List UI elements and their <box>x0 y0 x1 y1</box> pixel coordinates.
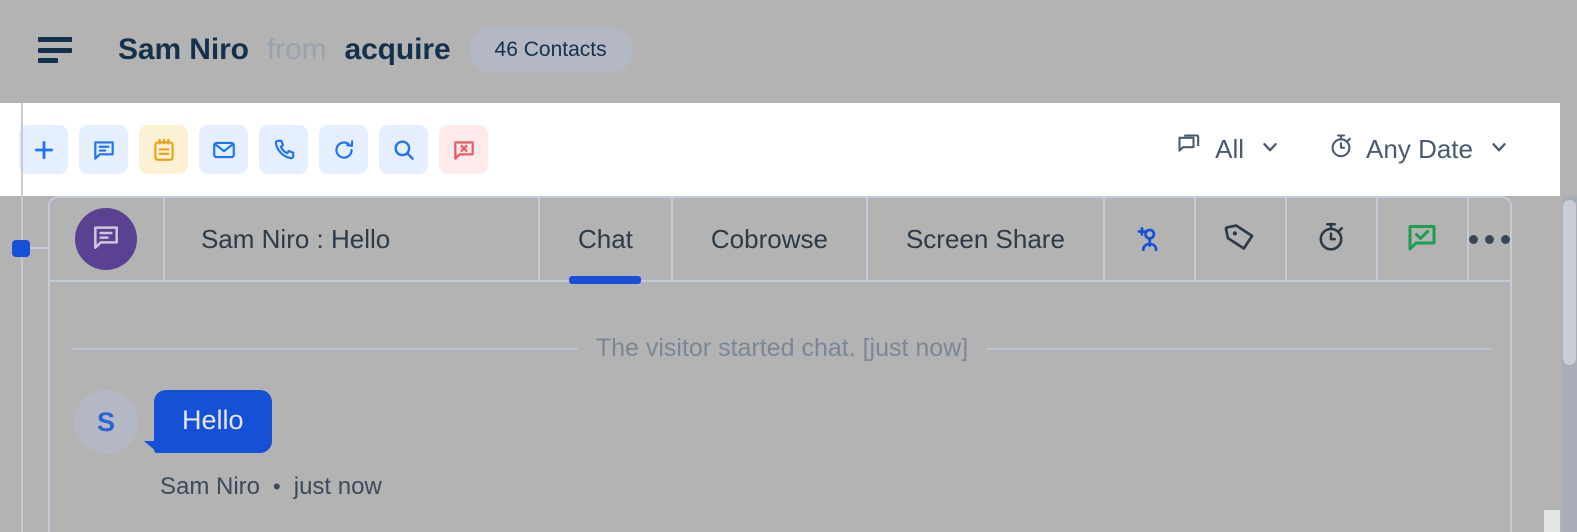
contacts-count-badge: 46 Contacts <box>468 27 633 73</box>
chat-copy-icon <box>1176 132 1204 167</box>
tag-action[interactable] <box>1196 198 1287 280</box>
tree-node-marker[interactable] <box>12 240 30 257</box>
page-title: Sam Niro from acquire <box>118 33 451 67</box>
notes-button[interactable] <box>139 125 188 174</box>
conversation-tabbar: Sam Niro : Hello Chat Cobrowse Screen Sh… <box>50 198 1510 284</box>
phone-icon <box>271 137 297 163</box>
system-message-text: The visitor started chat. [just now] <box>595 334 969 362</box>
chat-message-time: just now <box>293 473 382 500</box>
chat-bubble-wrapper: Hello Sam Niro • just now <box>144 390 382 501</box>
action-toolbar: All Any Date <box>0 103 1560 196</box>
add-button[interactable] <box>19 125 68 174</box>
avatar: S <box>74 390 138 454</box>
vertical-scrollbar-thumb[interactable] <box>1563 200 1576 365</box>
date-filter[interactable]: Any Date <box>1327 132 1510 167</box>
conversation-avatar-cell <box>50 198 165 280</box>
search-icon <box>391 137 417 163</box>
refresh-button[interactable] <box>319 125 368 174</box>
chat-button[interactable] <box>79 125 128 174</box>
divider-right <box>986 347 1493 350</box>
more-action[interactable] <box>1468 198 1510 280</box>
chat-console-window: Sam Niro from acquire 46 Contacts All An… <box>0 0 1577 532</box>
chevron-down-icon <box>1259 134 1281 165</box>
tag-icon <box>1223 220 1257 259</box>
tab-cobrowse[interactable]: Cobrowse <box>673 198 868 280</box>
timer-action[interactable] <box>1287 198 1378 280</box>
hamburger-icon[interactable] <box>38 37 72 63</box>
chat-check-icon <box>1404 219 1440 260</box>
chat-message-list: The visitor started chat. [just now] S H… <box>50 282 1510 532</box>
tab-screen-share[interactable]: Screen Share <box>868 198 1105 280</box>
more-horizontal-icon <box>1468 234 1510 244</box>
chat-message-meta: Sam Niro • just now <box>160 473 382 501</box>
toolbar-actions-group <box>19 125 488 174</box>
tab-chat-label: Chat <box>577 223 633 254</box>
search-button[interactable] <box>379 125 428 174</box>
stopwatch-icon <box>1314 220 1348 259</box>
close-chat-button[interactable] <box>439 125 488 174</box>
date-filter-label: Any Date <box>1366 134 1473 164</box>
conversation-panel: Sam Niro : Hello Chat Cobrowse Screen Sh… <box>48 196 1512 532</box>
meta-separator: • <box>273 474 281 499</box>
tab-chat[interactable]: Chat <box>540 198 673 284</box>
stopwatch-icon <box>1327 132 1355 167</box>
chevron-down-icon <box>1488 134 1510 165</box>
plus-icon <box>31 137 57 163</box>
page-title-from: from <box>266 33 327 66</box>
envelope-icon <box>211 137 237 163</box>
page-title-name: Sam Niro <box>118 33 249 66</box>
chat-close-icon <box>451 137 477 163</box>
page-header: Sam Niro from acquire 46 Contacts <box>0 0 1577 100</box>
toolbar-right-edge <box>1560 103 1577 196</box>
add-contact-action[interactable] <box>1105 198 1196 280</box>
conversation-subject[interactable]: Sam Niro : Hello <box>165 198 540 280</box>
chat-bubble: Hello <box>144 390 272 453</box>
system-message-row: The visitor started chat. [just now] <box>72 334 1493 363</box>
channel-filter-label: All <box>1215 134 1245 164</box>
email-button[interactable] <box>199 125 248 174</box>
chat-bubble-icon <box>91 137 117 163</box>
channel-filter[interactable]: All <box>1176 132 1281 167</box>
resolve-action[interactable] <box>1378 198 1469 280</box>
notepad-icon <box>151 137 177 163</box>
chat-message-sender: Sam Niro <box>160 473 261 500</box>
refresh-icon <box>331 137 357 163</box>
avatar <box>75 208 138 270</box>
tree-rail-vertical <box>21 103 23 532</box>
page-title-org: acquire <box>344 33 451 66</box>
call-button[interactable] <box>259 125 308 174</box>
toolbar-corner-notch <box>1544 510 1560 532</box>
tab-screen-share-label: Screen Share <box>905 223 1065 254</box>
toolbar-filters-group: All Any Date <box>1176 132 1510 167</box>
chat-lines-icon <box>90 221 122 258</box>
tab-cobrowse-label: Cobrowse <box>710 223 828 254</box>
divider-left <box>72 347 578 350</box>
chat-message: S Hello Sam Niro • just now <box>74 390 382 501</box>
person-add-icon <box>1132 220 1166 259</box>
